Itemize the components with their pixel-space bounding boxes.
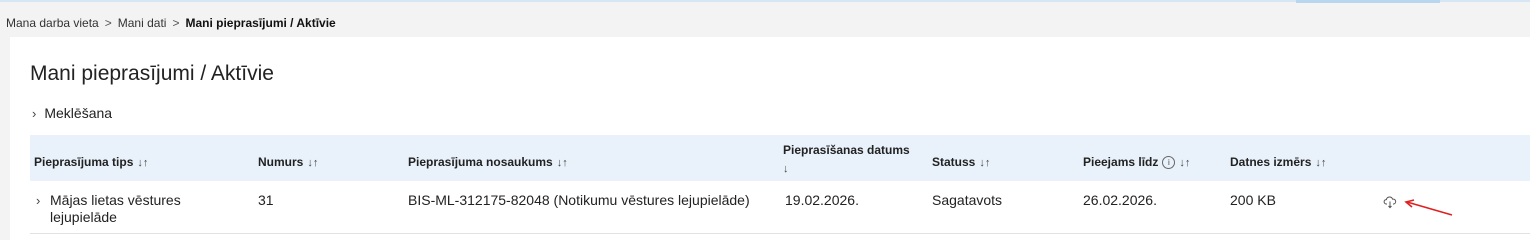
page-title: Mani pieprasījumi / Aktīvie [30,62,274,85]
chevron-right-icon: › [32,106,37,121]
breadcrumb-separator: > [172,16,180,30]
cell-name: BIS-ML-312175-82048 (Notikumu vēstures l… [408,192,750,208]
column-header-label: Pieprasījuma nosaukums [408,155,553,169]
cell-type-line1: Mājas lietas vēstures [50,192,181,208]
column-header-label: Pieejams līdz [1083,155,1159,169]
sort-desc-icon[interactable]: ↓ [783,163,789,175]
cloud-download-icon[interactable] [1383,195,1397,209]
breadcrumb-separator: > [104,16,112,30]
info-icon[interactable]: i [1162,156,1176,169]
column-header-type[interactable]: Pieprasījuma tips ↓↑ [34,155,148,169]
breadcrumb-current: Mani pieprasījumi / Aktīvie [185,16,336,30]
column-header-file-size[interactable]: Datnes izmērs ↓↑ [1230,155,1326,169]
table-header: Pieprasījuma tips ↓↑ Numurs ↓↑ Pieprasījum… [30,135,1530,181]
table-row: › Mājas lietas vēstures lejupielāde 31 B… [30,181,1530,234]
search-toggle[interactable]: › Meklēšana [32,105,112,121]
cell-type: Mājas lietas vēstures lejupielāde [50,192,250,226]
sort-icon[interactable]: ↓↑ [137,157,148,169]
column-header-label: Pieprasījuma tips [34,155,134,169]
column-header-name[interactable]: Pieprasījuma nosaukums ↓↑ [408,155,568,169]
sort-icon[interactable]: ↓↑ [1179,157,1190,169]
breadcrumb-link-my-data[interactable]: Mani dati [118,16,167,30]
chevron-right-icon[interactable]: › [36,192,40,209]
sort-icon[interactable]: ↓↑ [979,157,990,169]
cell-file-size: 200 KB [1230,192,1276,208]
sort-icon[interactable]: ↓↑ [307,157,318,169]
sort-icon[interactable]: ↓↑ [557,157,568,169]
breadcrumb: Mana darba vieta > Mani dati > Mani pieprasī… [6,16,336,30]
cell-type-line2: lejupielāde [50,209,117,225]
cell-request-date: 19.02.2026. [785,192,859,208]
sort-icon[interactable]: ↓↑ [1315,157,1326,169]
annotation-arrow-icon [1404,199,1453,216]
top-tab-accent [1296,0,1440,3]
cell-number: 31 [258,192,274,208]
search-toggle-label: Meklēšana [44,105,113,121]
column-header-status[interactable]: Statuss ↓↑ [932,155,990,169]
column-header-request-date[interactable]: Pieprasīšanas datums ↓ [783,143,910,175]
column-header-label: Statuss [932,155,976,169]
column-header-label: Numurs [258,155,304,169]
cell-status: Sagatavots [932,192,1003,208]
column-header-label: Pieprasīšanas datums [783,143,910,157]
cell-available-until: 26.02.2026. [1083,192,1157,208]
breadcrumb-link-workplace[interactable]: Mana darba vieta [6,16,99,30]
column-header-label: Datnes izmērs [1230,155,1312,169]
column-header-available-until[interactable]: Pieejams līdz i ↓↑ [1083,155,1190,169]
column-header-number[interactable]: Numurs ↓↑ [258,155,318,169]
